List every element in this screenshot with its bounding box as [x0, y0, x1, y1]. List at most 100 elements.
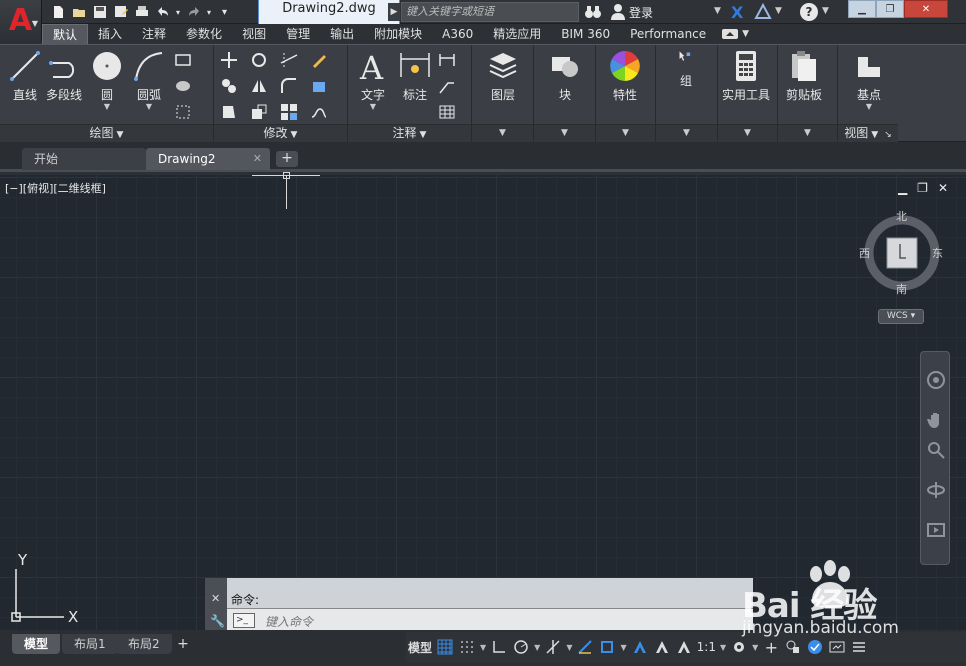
ribbon-tab-view[interactable]: 视图 [232, 24, 276, 44]
chevron-down-icon[interactable]: ▼ [480, 643, 486, 652]
tab-drawing2[interactable]: Drawing2 ✕ [146, 148, 270, 170]
viewport-restore-button[interactable]: ❐ [917, 181, 928, 195]
close-button[interactable]: ✕ [904, 0, 948, 18]
undo-icon[interactable] [153, 3, 172, 22]
drawing-canvas[interactable]: [−][俯视][二维线框] ▁ ❐ ✕ 北 南 东 西 WCS ▾ Y X [0, 172, 966, 630]
ribbon-tab-bim360[interactable]: BIM 360 [551, 24, 620, 44]
redo-dropdown-icon[interactable]: ▾ [205, 3, 213, 22]
panel-utilities-dropdown[interactable]: ▼ [718, 124, 777, 142]
showmotion-icon[interactable] [926, 520, 946, 540]
offset-icon[interactable] [310, 103, 328, 121]
block-button[interactable]: 块 [548, 49, 582, 103]
array-icon[interactable] [280, 103, 298, 121]
copy-icon[interactable] [220, 77, 238, 95]
binoculars-icon[interactable] [584, 3, 602, 21]
zoom-extents-icon[interactable] [926, 440, 946, 460]
isolate-objects-icon[interactable] [782, 634, 804, 660]
polyline-button[interactable]: 多段线 [46, 49, 82, 103]
command-line-grip[interactable]: ✕ 🔧 [205, 578, 227, 632]
linear-dimension-icon[interactable] [438, 51, 456, 69]
dialog-launcher-icon[interactable]: ↘ [884, 130, 892, 140]
compass-west[interactable]: 西 [859, 245, 870, 261]
group-button[interactable]: 组 [676, 49, 696, 89]
model-space-button[interactable]: 模型 [406, 634, 434, 660]
chevron-down-icon[interactable]: ▼ [866, 103, 872, 111]
ribbon-tab-annotate[interactable]: 注释 [132, 24, 176, 44]
isodraft-icon[interactable] [542, 634, 564, 660]
object-snap-icon[interactable] [596, 634, 618, 660]
search-input[interactable]: 键入关键字或短语 [401, 2, 579, 22]
erase-icon[interactable] [310, 51, 328, 69]
help-icon[interactable]: ? [800, 3, 818, 21]
new-icon[interactable] [48, 3, 67, 22]
user-icon[interactable] [610, 3, 626, 21]
trim-icon[interactable] [280, 51, 298, 69]
close-icon[interactable]: ✕ [211, 592, 220, 605]
boundary-icon[interactable] [174, 103, 192, 121]
layout-tab-layout2[interactable]: 布局2 [116, 634, 172, 654]
text-button[interactable]: A 文字 ▼ [356, 49, 390, 111]
customize-icon[interactable]: ▾ [215, 3, 234, 22]
panel-annotation-title[interactable]: 注释 ▼ [348, 124, 471, 142]
ribbon-tab-manage[interactable]: 管理 [276, 24, 320, 44]
polar-tracking-icon[interactable] [510, 634, 532, 660]
chevron-down-icon[interactable]: ▼ [822, 6, 829, 16]
compass-east[interactable]: 东 [932, 245, 943, 261]
snap-icon[interactable] [456, 634, 478, 660]
open-icon[interactable] [69, 3, 88, 22]
ribbon-tab-output[interactable]: 输出 [320, 24, 364, 44]
grid-icon[interactable] [434, 634, 456, 660]
properties-button[interactable]: 特性 [608, 49, 642, 103]
clipboard-button[interactable]: 剪贴板 [786, 49, 822, 103]
hatch-icon[interactable] [174, 77, 192, 95]
new-layout-button[interactable]: + [174, 636, 192, 652]
panel-properties-dropdown[interactable]: ▼ [596, 124, 655, 142]
restore-button[interactable]: ❐ [876, 0, 904, 18]
layout-tab-model[interactable]: 模型 [12, 634, 61, 654]
customization-menu-icon[interactable] [848, 634, 870, 660]
login-button[interactable]: 登录 [629, 4, 653, 21]
annotation-scale-icon[interactable] [673, 634, 695, 660]
pan-icon[interactable] [926, 410, 946, 430]
chevron-down-icon[interactable]: ▼ [566, 643, 572, 652]
chevron-down-icon[interactable]: ▼ [714, 6, 721, 16]
save-as-icon[interactable] [111, 3, 130, 22]
chevron-down-icon[interactable]: ▼ [146, 103, 152, 111]
hardware-acceleration-icon[interactable] [804, 634, 826, 660]
layout-tab-layout1[interactable]: 布局1 [62, 634, 118, 654]
wrench-icon[interactable]: 🔧 [210, 614, 225, 628]
ribbon-tab-home[interactable]: 默认 [42, 24, 89, 44]
redo-icon[interactable] [184, 3, 203, 22]
rotate-icon[interactable] [250, 51, 268, 69]
arc-button[interactable]: 圆弧 ▼ [132, 49, 166, 111]
base-point-button[interactable]: 基点 ▼ [852, 49, 886, 111]
panel-layers-dropdown[interactable]: ▼ [472, 124, 533, 142]
line-button[interactable]: 直线 [8, 49, 42, 103]
clean-screen-icon[interactable] [826, 634, 848, 660]
panel-clipboard-dropdown[interactable]: ▼ [778, 124, 837, 142]
chevron-down-icon[interactable]: ▼ [534, 643, 540, 652]
ribbon-tab-a360[interactable]: A360 [432, 24, 483, 44]
chevron-down-icon[interactable]: ▼ [775, 6, 782, 16]
application-menu-button[interactable]: A ▼ [0, 0, 42, 42]
chevron-right-icon[interactable]: ▶ [388, 3, 400, 21]
wcs-menu-button[interactable]: WCS ▾ [878, 309, 924, 324]
ribbon-display-toggle[interactable]: ▼ [716, 24, 755, 44]
move-icon[interactable] [220, 51, 238, 69]
a360-icon[interactable] [754, 3, 772, 21]
new-tab-button[interactable]: + [276, 151, 298, 167]
mirror-icon[interactable] [250, 77, 268, 95]
scale-icon[interactable] [250, 103, 268, 121]
save-icon[interactable] [90, 3, 109, 22]
compass-north[interactable]: 北 [896, 208, 907, 224]
circle-button[interactable]: 圆 ▼ [90, 49, 124, 111]
panel-groups-dropdown[interactable]: ▼ [656, 124, 717, 142]
table-icon[interactable] [438, 103, 456, 121]
layers-button[interactable]: 图层 [486, 49, 520, 103]
steering-wheel-icon[interactable] [926, 370, 946, 390]
command-input[interactable]: >_ ▾ 键入命令 [227, 609, 753, 638]
viewport-controls-label[interactable]: [−][俯视][二维线框] [5, 180, 106, 196]
dimension-button[interactable]: 标注 [398, 49, 432, 103]
chevron-down-icon[interactable]: ▼ [370, 103, 376, 111]
rectangle-icon[interactable] [174, 51, 192, 69]
